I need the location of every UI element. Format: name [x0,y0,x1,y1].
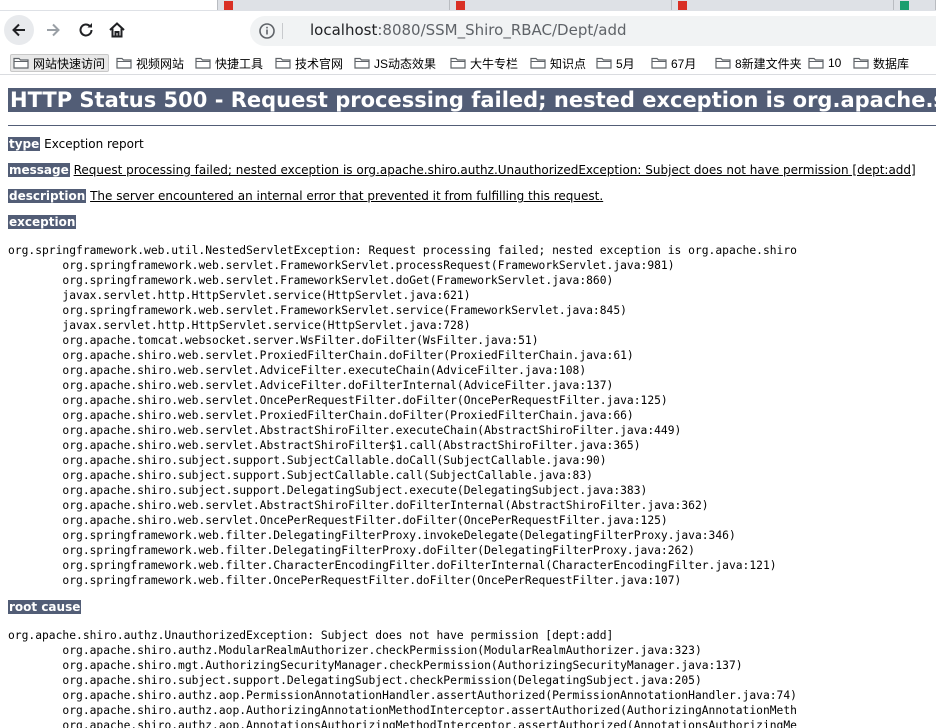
url-text[interactable]: localhost:8080/SSM_Shiro_RBAC/Dept/add [310,21,627,39]
tab-5[interactable] [894,0,936,10]
url-host: localhost [310,21,378,39]
folder-icon [354,57,370,69]
folder-icon [450,57,466,69]
site-favicon-icon [678,1,687,10]
root-cause-label: root cause [8,600,82,614]
page-title: HTTP Status 500 - Request processing fai… [8,88,936,112]
folder-icon [116,57,132,69]
folder-icon [853,57,869,69]
browser-toolbar: localhost:8080/SSM_Shiro_RBAC/Dept/add [0,11,936,51]
reload-button[interactable] [71,15,101,45]
bookmark-item[interactable]: 技术官网 [275,54,343,72]
folder-icon [596,57,612,69]
folder-icon [651,57,667,69]
site-favicon-icon [224,1,233,10]
bookmark-label: 网站快速访问 [33,56,106,71]
tab-2[interactable] [218,0,450,10]
type-row: type Exception report [8,137,144,151]
message-row: message Request processing failed; neste… [8,163,916,177]
tab-active[interactable] [0,0,218,10]
home-icon [109,22,125,38]
bookmark-item[interactable]: 快捷工具 [195,54,263,72]
tab-strip [0,0,936,11]
reload-icon [79,23,93,37]
arrow-right-icon [47,23,60,37]
tab-3[interactable] [450,0,672,10]
folder-icon [195,57,211,69]
bookmark-label: 67月 [671,56,697,71]
tab-4[interactable] [672,0,894,10]
message-label: message [8,163,70,177]
bookmark-label: 视频网站 [136,56,185,71]
bookmark-label: 5月 [616,56,635,71]
bookmark-item[interactable]: 8新建文件夹 [715,54,802,72]
bookmark-label: 8新建文件夹 [735,56,802,71]
type-value: Exception report [44,137,144,151]
folder-icon [808,57,824,69]
site-favicon-icon [456,1,465,10]
error-page: HTTP Status 500 - Request processing fai… [0,76,936,728]
root-cause-row: root cause [8,600,82,614]
bookmark-item[interactable]: 10 [808,54,841,72]
description-label: description [8,189,87,203]
bookmark-label: 数据库 [873,56,910,71]
title-divider [8,125,936,126]
bookmark-item[interactable]: 网站快速访问 [10,54,110,72]
address-bar[interactable]: localhost:8080/SSM_Shiro_RBAC/Dept/add [250,16,936,46]
folder-icon [530,57,546,69]
arrow-left-icon [12,23,25,37]
folder-icon [715,57,731,69]
bookmark-label: 知识点 [550,56,587,71]
bookmark-label: 技术官网 [295,56,344,71]
bookmark-item[interactable]: 数据库 [853,54,909,72]
folder-icon [275,57,291,69]
bookmark-label: 10 [828,56,842,70]
bookmark-label: 快捷工具 [215,56,264,71]
bookmark-label: JS动态效果 [374,56,437,71]
description-value: The server encountered an internal error… [90,189,604,203]
bookmark-item[interactable]: 视频网站 [116,54,184,72]
description-row: description The server encountered an in… [8,189,603,203]
bookmark-label: 大牛专栏 [470,56,519,71]
exception-row: exception [8,215,77,229]
bookmark-item[interactable]: JS动态效果 [354,54,436,72]
folder-icon [13,57,29,69]
root-cause-trace: org.apache.shiro.authz.UnauthorizedExcep… [8,629,797,728]
site-favicon-icon [900,1,909,10]
message-value: Request processing failed; nested except… [73,163,916,177]
exception-trace: org.springframework.web.util.NestedServl… [8,244,797,587]
bookmark-item[interactable]: 大牛专栏 [450,54,518,72]
info-icon[interactable] [258,22,276,40]
bookmark-item[interactable]: 知识点 [530,54,586,72]
home-button[interactable] [102,15,132,45]
forward-button[interactable] [38,15,68,45]
bookmark-item[interactable]: 5月 [596,54,635,72]
omnibox-divider [282,23,283,39]
back-button[interactable] [4,15,34,45]
type-label: type [8,137,41,151]
url-path: :8080/SSM_Shiro_RBAC/Dept/add [377,21,627,39]
bookmark-item[interactable]: 67月 [651,54,696,72]
bookmarks-bar: 网站快速访问 视频网站 快捷工具 技术官网 JS动态效果 大牛专栏 知识点 5月 67月 8新建文… [0,51,936,75]
exception-label: exception [8,215,77,229]
